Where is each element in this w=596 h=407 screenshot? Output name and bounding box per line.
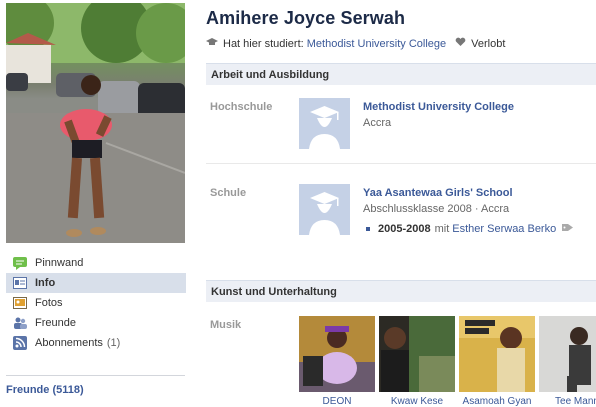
info-icon (13, 276, 27, 290)
nav-item-label: Freunde (35, 317, 76, 329)
subscriptions-icon (13, 336, 27, 350)
nav-item-subscriptions[interactable]: Abonnements (1) (6, 333, 186, 353)
music-item-thumbnail[interactable] (539, 316, 596, 392)
nav-item-label: Pinnwand (35, 257, 84, 269)
work-education-heading: Arbeit und Ausbildung (206, 63, 596, 85)
photos-icon (13, 296, 27, 310)
with-prefix: mit (434, 223, 450, 235)
tag-icon[interactable] (562, 223, 574, 235)
studies-prefix: Hat hier studiert: (223, 37, 304, 50)
college-location: Accra (363, 117, 392, 129)
nav-item-wall[interactable]: Pinnwand (6, 253, 186, 273)
left-column: Pinnwand Info Fotos Freunde Abonnements (0, 0, 186, 402)
classmate-link[interactable]: Esther Serwaa Berko (452, 223, 556, 235)
arts-entertainment-heading: Kunst und Unterhaltung (206, 280, 596, 302)
friends-icon (13, 316, 27, 330)
school-label: Schule (210, 187, 247, 199)
nav-item-label: Info (35, 277, 56, 289)
divider (206, 163, 596, 164)
profile-photo[interactable] (6, 3, 185, 243)
school-placeholder-image[interactable] (299, 184, 350, 235)
relationship-status: Verlobt (471, 37, 506, 50)
music-item-thumbnail[interactable] (459, 316, 535, 392)
nav-item-info[interactable]: Info (6, 273, 186, 293)
college-placeholder-image[interactable] (299, 98, 350, 149)
profile-nav: Pinnwand Info Fotos Freunde Abonnements (6, 253, 186, 353)
subscriptions-count: (1) (106, 337, 121, 349)
nav-item-label: Fotos (35, 297, 63, 309)
main-column: Amihere Joyce Serwah Hat hier studiert: … (206, 0, 596, 407)
graduation-cap-icon (206, 37, 218, 50)
heart-icon (455, 37, 466, 50)
school-name-link[interactable]: Yaa Asantewaa Girls' School (363, 187, 513, 199)
studies-school-link[interactable]: Methodist University College (307, 38, 446, 50)
music-item-thumbnail[interactable] (299, 316, 375, 392)
wall-icon (13, 256, 27, 270)
school-years-row: 2005-2008 mit Esther Serwaa Berko (366, 223, 574, 235)
friends-heading[interactable]: Freunde (5118) (6, 375, 185, 396)
nav-item-label: Abonnements (35, 337, 103, 349)
college-label: Hochschule (210, 101, 273, 113)
nav-item-photos[interactable]: Fotos (6, 293, 186, 313)
profile-summary: Hat hier studiert: Methodist University … (206, 37, 505, 50)
music-item-thumbnail[interactable] (379, 316, 455, 392)
nav-item-friends[interactable]: Freunde (6, 313, 186, 333)
profile-name[interactable]: Amihere Joyce Serwah (206, 8, 405, 29)
school-years: 2005-2008 (378, 223, 431, 235)
school-meta: Abschlussklasse 2008 · Accra (363, 203, 510, 215)
college-name-link[interactable]: Methodist University College (363, 101, 514, 113)
bullet (366, 227, 370, 231)
music-label: Musik (210, 319, 242, 331)
